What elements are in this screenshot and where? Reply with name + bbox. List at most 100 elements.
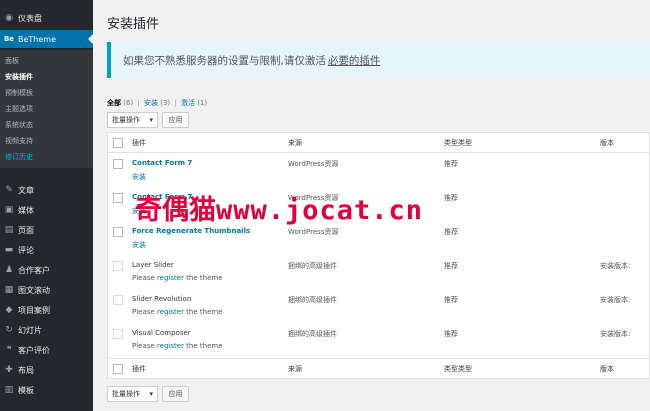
table-row: Slider Revolution Please register the th… [108,289,650,323]
submenu-item-changelog[interactable]: 修订历史 [5,152,33,162]
plugin-type: 推荐 [444,262,458,270]
submenu-item-install-plugins[interactable]: 安装插件 [5,72,33,82]
menu-label: 合作客户 [18,265,50,275]
install-link[interactable]: 安装 [132,172,146,182]
plugin-version: 安装版本: [600,296,631,304]
chevron-down-icon: ▾ [149,390,153,398]
submenu-item-video-support[interactable]: 视频支持 [5,136,33,146]
column-source: 来源 [288,364,302,373]
table-row: Layer Slider Please register the theme 捆… [108,255,650,289]
menu-label: 项目案例 [18,305,50,315]
pin-icon: ✎ [5,185,13,195]
plugin-source: WordPress资源 [288,228,339,236]
template-icon: ▥ [4,385,14,395]
row-checkbox[interactable] [113,329,123,339]
filter-separator: | [174,99,177,107]
column-version: 版本 [600,364,614,373]
filter-all-count: (6) [123,99,134,107]
menu-item-dashboard[interactable]: ◉ 仪表盘 [0,9,93,27]
column-type: 类型类型 [444,364,472,373]
watermark-brand: 奇偶猫 [135,195,216,226]
menu-item-testimonials[interactable]: ❝ 客户评价 [0,341,93,359]
filter-install-count: (3) [160,99,171,107]
menu-item-betheme[interactable]: Be BeTheme [0,30,93,48]
notice-text: 如果您不熟悉服务器的设置与限制,请仅激活 [123,54,326,67]
menu-item-templates[interactable]: ▥ 模板 [0,381,93,399]
testimonial-icon: ❝ [6,345,12,355]
register-link[interactable]: register [157,274,184,282]
menu-item-slideshow[interactable]: ↻ 幻灯片 [0,321,93,339]
page-title: 安装插件 [107,17,160,32]
notice-required-plugins-link[interactable]: 必要的插件 [328,53,381,68]
plugin-source: 捆绑的高级插件 [288,296,337,304]
notice-banner: 如果您不熟悉服务器的设置与限制,请仅激活 必要的插件 [107,42,650,78]
table-row: Contact Form 7 安装 WordPress资源 推荐 [108,153,650,187]
filter-activate-count: (1) [197,99,208,107]
plugin-type: 推荐 [444,296,458,304]
note-prefix: Please [132,342,157,350]
row-checkbox[interactable] [113,295,123,305]
row-checkbox[interactable] [113,261,123,271]
slider-icon: ▦ [4,285,14,295]
plugin-name[interactable]: Force Regenerate Thumbnails [132,227,250,235]
menu-label: 媒体 [18,205,34,215]
row-checkbox[interactable] [113,193,123,203]
menu-label: BeTheme [18,34,57,44]
layout-icon: ✚ [5,365,13,375]
betheme-submenu: 面板 安装插件 预制模板 主题选项 系统状态 视频支持 修订历史 [0,50,93,168]
register-link[interactable]: register [157,308,184,316]
bulk-action-value: 批量操作 [112,116,140,124]
submenu-item-theme-options[interactable]: 主题选项 [5,104,33,114]
menu-label: 幻灯片 [18,325,42,335]
filter-all[interactable]: 全部 [107,99,121,107]
menu-item-pages[interactable]: ▤ 页面 [0,221,93,239]
submenu-item-system-status[interactable]: 系统状态 [5,120,33,130]
register-link[interactable]: register [157,342,184,350]
filter-separator: | [137,99,140,107]
plugin-name[interactable]: Contact Form 7 [132,159,192,167]
menu-item-portfolio[interactable]: ◆ 项目案例 [0,301,93,319]
menu-label: 布局 [18,365,34,375]
submenu-item-prebuilt[interactable]: 预制模板 [5,88,33,98]
select-all-checkbox[interactable] [113,137,123,148]
menu-item-posts[interactable]: ✎ 文章 [0,181,93,199]
plugin-type: 推荐 [444,194,458,202]
bulk-action-select[interactable]: 批量操作 ▾ [107,386,158,402]
plugin-type: 推荐 [444,330,458,338]
plugin-name: Slider Revolution [132,295,192,303]
betheme-icon: Be [3,35,15,43]
row-checkbox[interactable] [113,227,123,237]
menu-item-media[interactable]: ▣ 媒体 [0,201,93,219]
apply-button[interactable]: 应用 [162,112,189,128]
submenu-item-panel[interactable]: 面板 [5,56,19,66]
row-checkbox[interactable] [113,159,123,169]
plugin-name: Layer Slider [132,261,174,269]
select-all-cell [108,359,128,378]
note-prefix: Please [132,308,157,316]
admin-sidebar: ◉ 仪表盘 Be BeTheme 面板 安装插件 预制模板 主题选项 系统状态 … [0,0,93,411]
plugin-type: 推荐 [444,160,458,168]
apply-button[interactable]: 应用 [162,386,189,402]
page-icon: ▤ [4,225,14,235]
filter-activate[interactable]: 激活 [181,99,195,107]
note-suffix: the theme [183,274,223,282]
menu-item-layouts[interactable]: ✚ 布局 [0,361,93,379]
media-icon: ▣ [4,205,14,215]
bulk-actions-top: 批量操作 ▾ 应用 [107,112,189,128]
menu-label: 文章 [18,185,34,195]
plugin-name: Visual Composer [132,329,191,337]
client-icon: ♟ [4,265,14,275]
comment-icon: ▬ [4,245,14,255]
menu-item-comments[interactable]: ▬ 评论 [0,241,93,259]
filter-install[interactable]: 安装 [144,99,158,107]
plugins-table: 插件 来源 类型类型 版本 Contact Form 7 安装 WordPres… [107,132,650,379]
select-all-checkbox[interactable] [113,363,123,374]
dashboard-icon: ◉ [5,13,13,23]
bulk-action-select[interactable]: 批量操作 ▾ [107,112,158,128]
plugin-source: 捆绑的高级插件 [288,330,337,338]
menu-item-clients[interactable]: ♟ 合作客户 [0,261,93,279]
note-suffix: the theme [183,308,223,316]
install-link[interactable]: 安装 [132,240,146,250]
slideshow-icon: ↻ [5,325,13,335]
menu-item-slides[interactable]: ▦ 图文滚动 [0,281,93,299]
